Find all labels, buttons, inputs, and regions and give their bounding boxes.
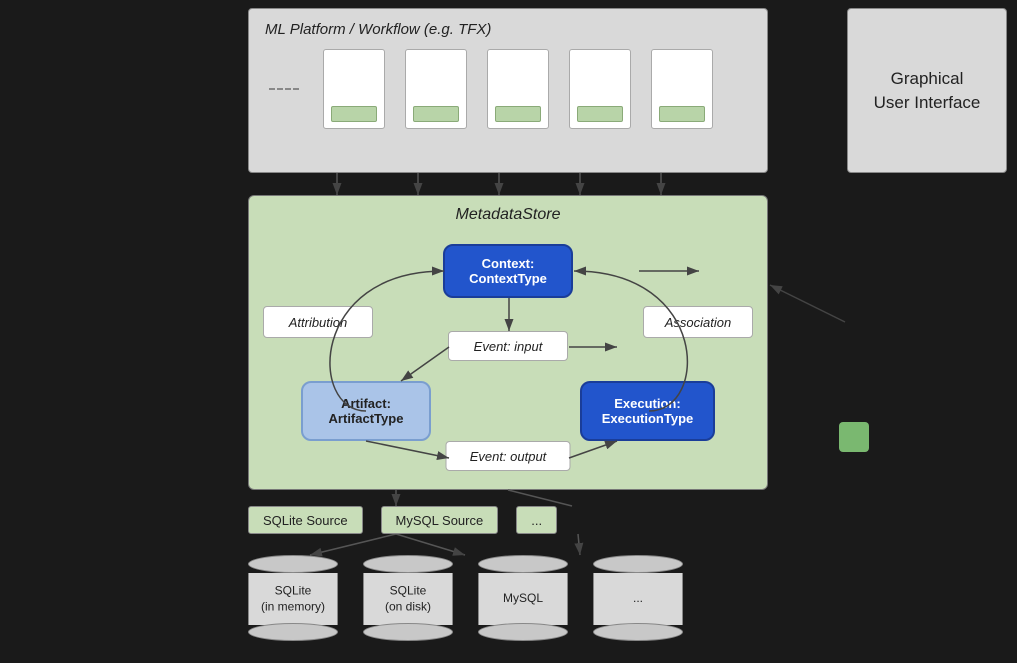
db-cylinders: SQLite(in memory) SQLite(on disk) MySQL … bbox=[248, 555, 683, 643]
sqlite-source-box: SQLite Source bbox=[248, 506, 363, 534]
db-ellipsis: ... bbox=[593, 555, 683, 643]
pipeline-node-4 bbox=[569, 49, 631, 129]
db-bottom-1 bbox=[248, 623, 338, 641]
db-body-2: SQLite(on disk) bbox=[363, 573, 453, 625]
execution-node-label: Execution:ExecutionType bbox=[602, 396, 694, 426]
artifact-node-label: Artifact:ArtifactType bbox=[329, 396, 404, 426]
pipeline-nodes bbox=[269, 49, 713, 129]
db-label-2: SQLite(on disk) bbox=[385, 583, 431, 614]
attribution-label: Attribution bbox=[263, 306, 373, 338]
green-indicator bbox=[839, 422, 869, 452]
db-top-2 bbox=[363, 555, 453, 573]
pipeline-node-bar-2 bbox=[413, 106, 459, 122]
mysql-source-label: MySQL Source bbox=[396, 513, 484, 528]
ml-platform-box: ML Platform / Workflow (e.g. TFX) bbox=[248, 8, 768, 173]
gui-label: Graphical User Interface bbox=[874, 67, 981, 115]
db-label-1: SQLite(in memory) bbox=[261, 583, 325, 614]
source-boxes: SQLite Source MySQL Source ... bbox=[248, 506, 557, 534]
db-top-4 bbox=[593, 555, 683, 573]
db-sqlite-memory: SQLite(in memory) bbox=[248, 555, 338, 643]
db-top-1 bbox=[248, 555, 338, 573]
event-output-label: Event: output bbox=[446, 441, 571, 471]
artifact-node: Artifact:ArtifactType bbox=[301, 381, 431, 441]
db-top-3 bbox=[478, 555, 568, 573]
db-bottom-2 bbox=[363, 623, 453, 641]
metadata-store-box: MetadataStore Context:ContextType Attrib… bbox=[248, 195, 768, 490]
pipeline-node-3 bbox=[487, 49, 549, 129]
context-node-label: Context:ContextType bbox=[469, 256, 547, 286]
ml-platform-label: ML Platform / Workflow (e.g. TFX) bbox=[265, 21, 491, 38]
diagram-area: ML Platform / Workflow (e.g. TFX) Graphi… bbox=[0, 0, 1017, 663]
pipeline-node-bar-5 bbox=[659, 106, 705, 122]
ellipsis-source-label: ... bbox=[531, 513, 542, 528]
mysql-source-box: MySQL Source bbox=[381, 506, 499, 534]
pipeline-node-bar-1 bbox=[331, 106, 377, 122]
db-bottom-4 bbox=[593, 623, 683, 641]
context-node: Context:ContextType bbox=[443, 244, 573, 298]
db-mysql: MySQL bbox=[478, 555, 568, 643]
db-bottom-3 bbox=[478, 623, 568, 641]
execution-node: Execution:ExecutionType bbox=[580, 381, 715, 441]
db-label-3: MySQL bbox=[503, 591, 543, 607]
ellipsis-source-box: ... bbox=[516, 506, 557, 534]
pipeline-node-bar-3 bbox=[495, 106, 541, 122]
db-body-3: MySQL bbox=[478, 573, 568, 625]
association-label: Association bbox=[643, 306, 753, 338]
pipeline-node-bar-4 bbox=[577, 106, 623, 122]
event-input-label: Event: input bbox=[448, 331, 568, 361]
sqlite-source-label: SQLite Source bbox=[263, 513, 348, 528]
db-body-1: SQLite(in memory) bbox=[248, 573, 338, 625]
gui-box: Graphical User Interface bbox=[847, 8, 1007, 173]
pipeline-node-2 bbox=[405, 49, 467, 129]
pipeline-node-5 bbox=[651, 49, 713, 129]
metadata-store-label: MetadataStore bbox=[456, 206, 561, 224]
pipeline-node-1 bbox=[323, 49, 385, 129]
db-body-4: ... bbox=[593, 573, 683, 625]
db-sqlite-disk: SQLite(on disk) bbox=[363, 555, 453, 643]
db-label-4: ... bbox=[633, 591, 643, 607]
dashed-connector bbox=[269, 88, 299, 90]
